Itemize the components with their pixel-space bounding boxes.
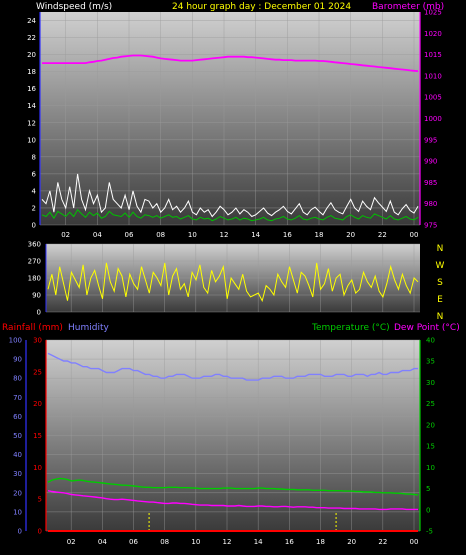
y-tick-label: 18 [27,68,36,76]
rainfall-tick-label: 15 [33,432,42,440]
compass-label: E [437,295,443,305]
direction-tick-label: 180 [28,275,41,283]
rainfall-tick-label: 0 [38,528,42,536]
y-tick-label: 0 [32,222,36,230]
compass-label: N [437,312,444,322]
x-tick-label: 18 [315,231,324,239]
x-tick-label: 16 [285,538,294,546]
y-tick-label: 8 [32,153,36,161]
x-tick-label: 12 [223,538,232,546]
x-tick-label: 08 [156,231,165,239]
barometer-tick-label: 1025 [424,9,442,17]
humidity-tick-label: 90 [13,356,22,364]
humidity-tick-label: 0 [18,528,22,536]
y-tick-label: 22 [27,34,36,42]
x-tick-label: 06 [125,231,134,239]
weather-graph: Windspeed (m/s) 24 hour graph day : Dece… [2,2,460,547]
y-tick-label: 2 [32,204,36,212]
direction-tick-label: 90 [32,292,41,300]
humidity-tick-label: 50 [13,432,22,440]
temperature-axis-title: Temperature (°C) [311,323,390,333]
y-tick-label: 6 [32,170,37,178]
x-tick-label: 08 [160,538,169,546]
barometer-tick-label: 1010 [424,72,442,80]
x-tick-label: 20 [346,231,355,239]
temperature-tick-label: -5 [426,528,433,536]
temperature-tick-label: 40 [426,337,435,345]
x-tick-label: 04 [98,538,107,546]
barometer-tick-label: 1020 [424,30,442,38]
x-tick-label: 16 [283,231,292,239]
graph-title: 24 hour graph day : December 01 2024 [172,2,351,12]
barometer-tick-label: 995 [424,136,437,144]
y-tick-label: 14 [27,102,36,110]
x-tick-label: 20 [347,538,356,546]
temperature-tick-label: 0 [426,506,430,514]
y-tick-label: 24 [27,17,36,25]
x-tick-label: 02 [67,538,76,546]
temperature-tick-label: 35 [426,358,435,366]
x-tick-label: 22 [378,231,387,239]
barometer-tick-label: 990 [424,158,437,166]
y-tick-label: 20 [27,51,36,59]
barometer-tick-label: 985 [424,179,437,187]
x-tick-label: 18 [316,538,325,546]
temperature-tick-label: 30 [426,379,435,387]
rainfall-tick-label: 25 [33,368,42,376]
temperature-tick-label: 5 [426,485,430,493]
humidity-tick-label: 80 [13,375,22,383]
humidity-tick-label: 100 [9,337,22,345]
wind-direction-panel: 090180270360 NWSEN [28,241,445,323]
compass-label: S [437,278,443,288]
humidity-tick-label: 70 [13,394,22,402]
x-tick-label: 06 [129,538,138,546]
rainfall-tick-label: 30 [33,337,42,345]
y-tick-label: 16 [27,85,36,93]
x-tick-label: 02 [61,231,70,239]
x-tick-label: 14 [251,231,260,239]
x-tick-label: 10 [191,538,200,546]
rainfall-tick-label: 10 [33,464,42,472]
compass-label: W [436,261,445,271]
x-tick-label: 22 [378,538,387,546]
barometer-tick-label: 980 [424,200,437,208]
humidity-tick-label: 30 [13,470,22,478]
compass-label: N [437,244,444,254]
humidity-axis-title: Humidity [68,323,109,333]
wind-barometer-panel: 0246810121416182022249759809859909951000… [27,9,442,240]
direction-tick-label: 0 [37,309,41,317]
temperature-tick-label: 25 [426,400,435,408]
x-tick-label: 12 [220,231,229,239]
x-tick-label: 04 [93,231,102,239]
barometer-tick-label: 975 [424,222,437,230]
rainfall-axis-title: Rainfall (mm) [2,323,63,333]
dewpoint-axis-title: Dew Point (°C) [394,323,460,333]
temperature-tick-label: 15 [426,443,435,451]
rainfall-tick-label: 20 [33,400,42,408]
y-tick-label: 12 [27,119,36,127]
y-tick-label: 10 [27,136,36,144]
x-tick-label: 10 [188,231,197,239]
barometer-tick-label: 1005 [424,94,442,102]
humidity-tick-label: 20 [13,489,22,497]
y-tick-label: 4 [32,187,37,195]
direction-tick-label: 360 [28,241,41,249]
direction-tick-label: 270 [28,258,41,266]
rainfall-tick-label: 5 [38,496,42,504]
temp-humidity-panel: 0102030405060708090100051015202530-50510… [9,337,435,547]
humidity-tick-label: 60 [13,413,22,421]
x-tick-label: 00 [410,231,419,239]
humidity-tick-label: 40 [13,451,22,459]
temperature-tick-label: 20 [426,421,435,429]
barometer-tick-label: 1015 [424,51,442,59]
wind-plot-area [40,12,420,225]
x-tick-label: 14 [254,538,263,546]
barometer-tick-label: 1000 [424,115,442,123]
windspeed-axis-title: Windspeed (m/s) [36,2,112,12]
temperature-tick-label: 10 [426,464,435,472]
humidity-tick-label: 10 [13,508,22,516]
x-tick-label: 00 [410,538,419,546]
